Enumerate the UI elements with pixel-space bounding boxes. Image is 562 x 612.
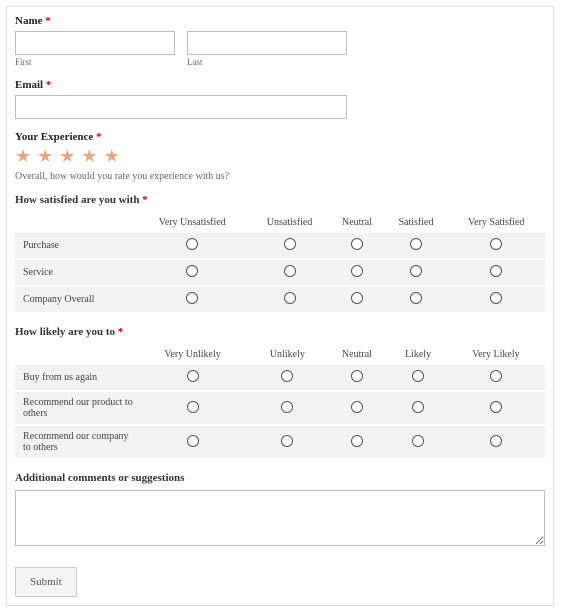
experience-label: Your Experience *	[15, 131, 545, 143]
radio-option[interactable]	[410, 292, 422, 304]
row-label: Buy from us again	[15, 365, 135, 391]
name-required: *	[45, 15, 51, 27]
radio-option[interactable]	[351, 370, 363, 382]
radio-option[interactable]	[490, 265, 502, 277]
radio-option[interactable]	[412, 370, 424, 382]
experience-label-text: Your Experience	[15, 131, 93, 143]
star-icon[interactable]: ★	[59, 147, 75, 165]
radio-option[interactable]	[187, 401, 199, 413]
row-label: Purchase	[15, 233, 135, 259]
email-label-text: Email	[15, 79, 43, 91]
col-header: Unsatisfied	[250, 212, 330, 233]
last-name-col: Last	[187, 31, 347, 67]
radio-option[interactable]	[490, 435, 502, 447]
radio-option[interactable]	[186, 265, 198, 277]
name-label: Name *	[15, 15, 545, 27]
radio-option[interactable]	[284, 292, 296, 304]
name-label-text: Name	[15, 15, 43, 27]
matrix2-question-text: How likely are you to	[15, 326, 115, 338]
radio-option[interactable]	[186, 292, 198, 304]
col-header: Likely	[389, 344, 446, 365]
col-header: Satisfied	[384, 212, 447, 233]
radio-option[interactable]	[490, 370, 502, 382]
radio-option[interactable]	[186, 238, 198, 250]
last-name-sublabel: Last	[187, 57, 347, 67]
matrix2-required: *	[118, 326, 124, 338]
row-label: Service	[15, 259, 135, 286]
radio-option[interactable]	[351, 401, 363, 413]
radio-option[interactable]	[490, 401, 502, 413]
matrix1-question: How satisfied are you with *	[15, 194, 545, 206]
col-header: Very Unsatisfied	[135, 212, 250, 233]
matrix1-required: *	[142, 194, 148, 206]
email-label: Email *	[15, 79, 545, 91]
radio-option[interactable]	[412, 435, 424, 447]
radio-option[interactable]	[281, 370, 293, 382]
first-name-col: First	[15, 31, 175, 67]
table-row: Purchase	[15, 233, 545, 259]
comments-label: Additional comments or suggestions	[15, 472, 545, 484]
radio-option[interactable]	[351, 238, 363, 250]
experience-section: Your Experience * ★ ★ ★ ★ ★ Overall, how…	[15, 131, 545, 182]
comments-textarea[interactable]	[15, 490, 545, 546]
row-label: Company Overall	[15, 286, 135, 312]
matrix1-question-text: How satisfied are you with	[15, 194, 139, 206]
email-required: *	[46, 79, 52, 91]
satisfaction-matrix: Very Unsatisfied Unsatisfied Neutral Sat…	[15, 212, 545, 312]
table-row: Recommend our product to others	[15, 391, 545, 425]
col-header: Unlikely	[250, 344, 324, 365]
matrix2-question: How likely are you to *	[15, 326, 545, 338]
table-row: Recommend our company to others	[15, 425, 545, 458]
star-icon[interactable]: ★	[81, 147, 97, 165]
radio-option[interactable]	[351, 265, 363, 277]
col-header: Neutral	[325, 344, 390, 365]
first-name-input[interactable]	[15, 31, 175, 55]
name-inputs-row: First Last	[15, 31, 545, 67]
radio-option[interactable]	[351, 435, 363, 447]
radio-option[interactable]	[187, 370, 199, 382]
radio-option[interactable]	[187, 435, 199, 447]
table-row: Buy from us again	[15, 365, 545, 391]
radio-option[interactable]	[410, 265, 422, 277]
likelihood-matrix: Very Unlikely Unlikely Neutral Likely Ve…	[15, 344, 545, 458]
col-header: Neutral	[330, 212, 385, 233]
star-icon[interactable]: ★	[104, 147, 120, 165]
radio-option[interactable]	[490, 292, 502, 304]
first-name-sublabel: First	[15, 57, 175, 67]
star-icon[interactable]: ★	[37, 147, 53, 165]
radio-option[interactable]	[281, 435, 293, 447]
submit-button[interactable]: Submit	[15, 567, 77, 597]
radio-option[interactable]	[490, 238, 502, 250]
col-header: Very Unlikely	[135, 344, 250, 365]
survey-form: Name * First Last Email * Your Experienc…	[6, 6, 554, 606]
radio-option[interactable]	[284, 238, 296, 250]
radio-option[interactable]	[410, 238, 422, 250]
table-row: Service	[15, 259, 545, 286]
radio-option[interactable]	[412, 401, 424, 413]
star-icon[interactable]: ★	[15, 147, 31, 165]
radio-option[interactable]	[284, 265, 296, 277]
radio-option[interactable]	[351, 292, 363, 304]
radio-option[interactable]	[281, 401, 293, 413]
row-label: Recommend our product to others	[15, 391, 135, 425]
experience-desc: Overall, how would you rate you experien…	[15, 171, 545, 182]
last-name-input[interactable]	[187, 31, 347, 55]
row-label: Recommend our company to others	[15, 425, 135, 458]
experience-required: *	[96, 131, 102, 143]
star-rating[interactable]: ★ ★ ★ ★ ★	[15, 147, 545, 165]
col-header: Very Likely	[447, 344, 545, 365]
comments-section: Additional comments or suggestions	[15, 472, 545, 549]
email-section: Email *	[15, 79, 545, 119]
col-header: Very Satisfied	[447, 212, 545, 233]
table-row: Company Overall	[15, 286, 545, 312]
email-input[interactable]	[15, 95, 347, 119]
